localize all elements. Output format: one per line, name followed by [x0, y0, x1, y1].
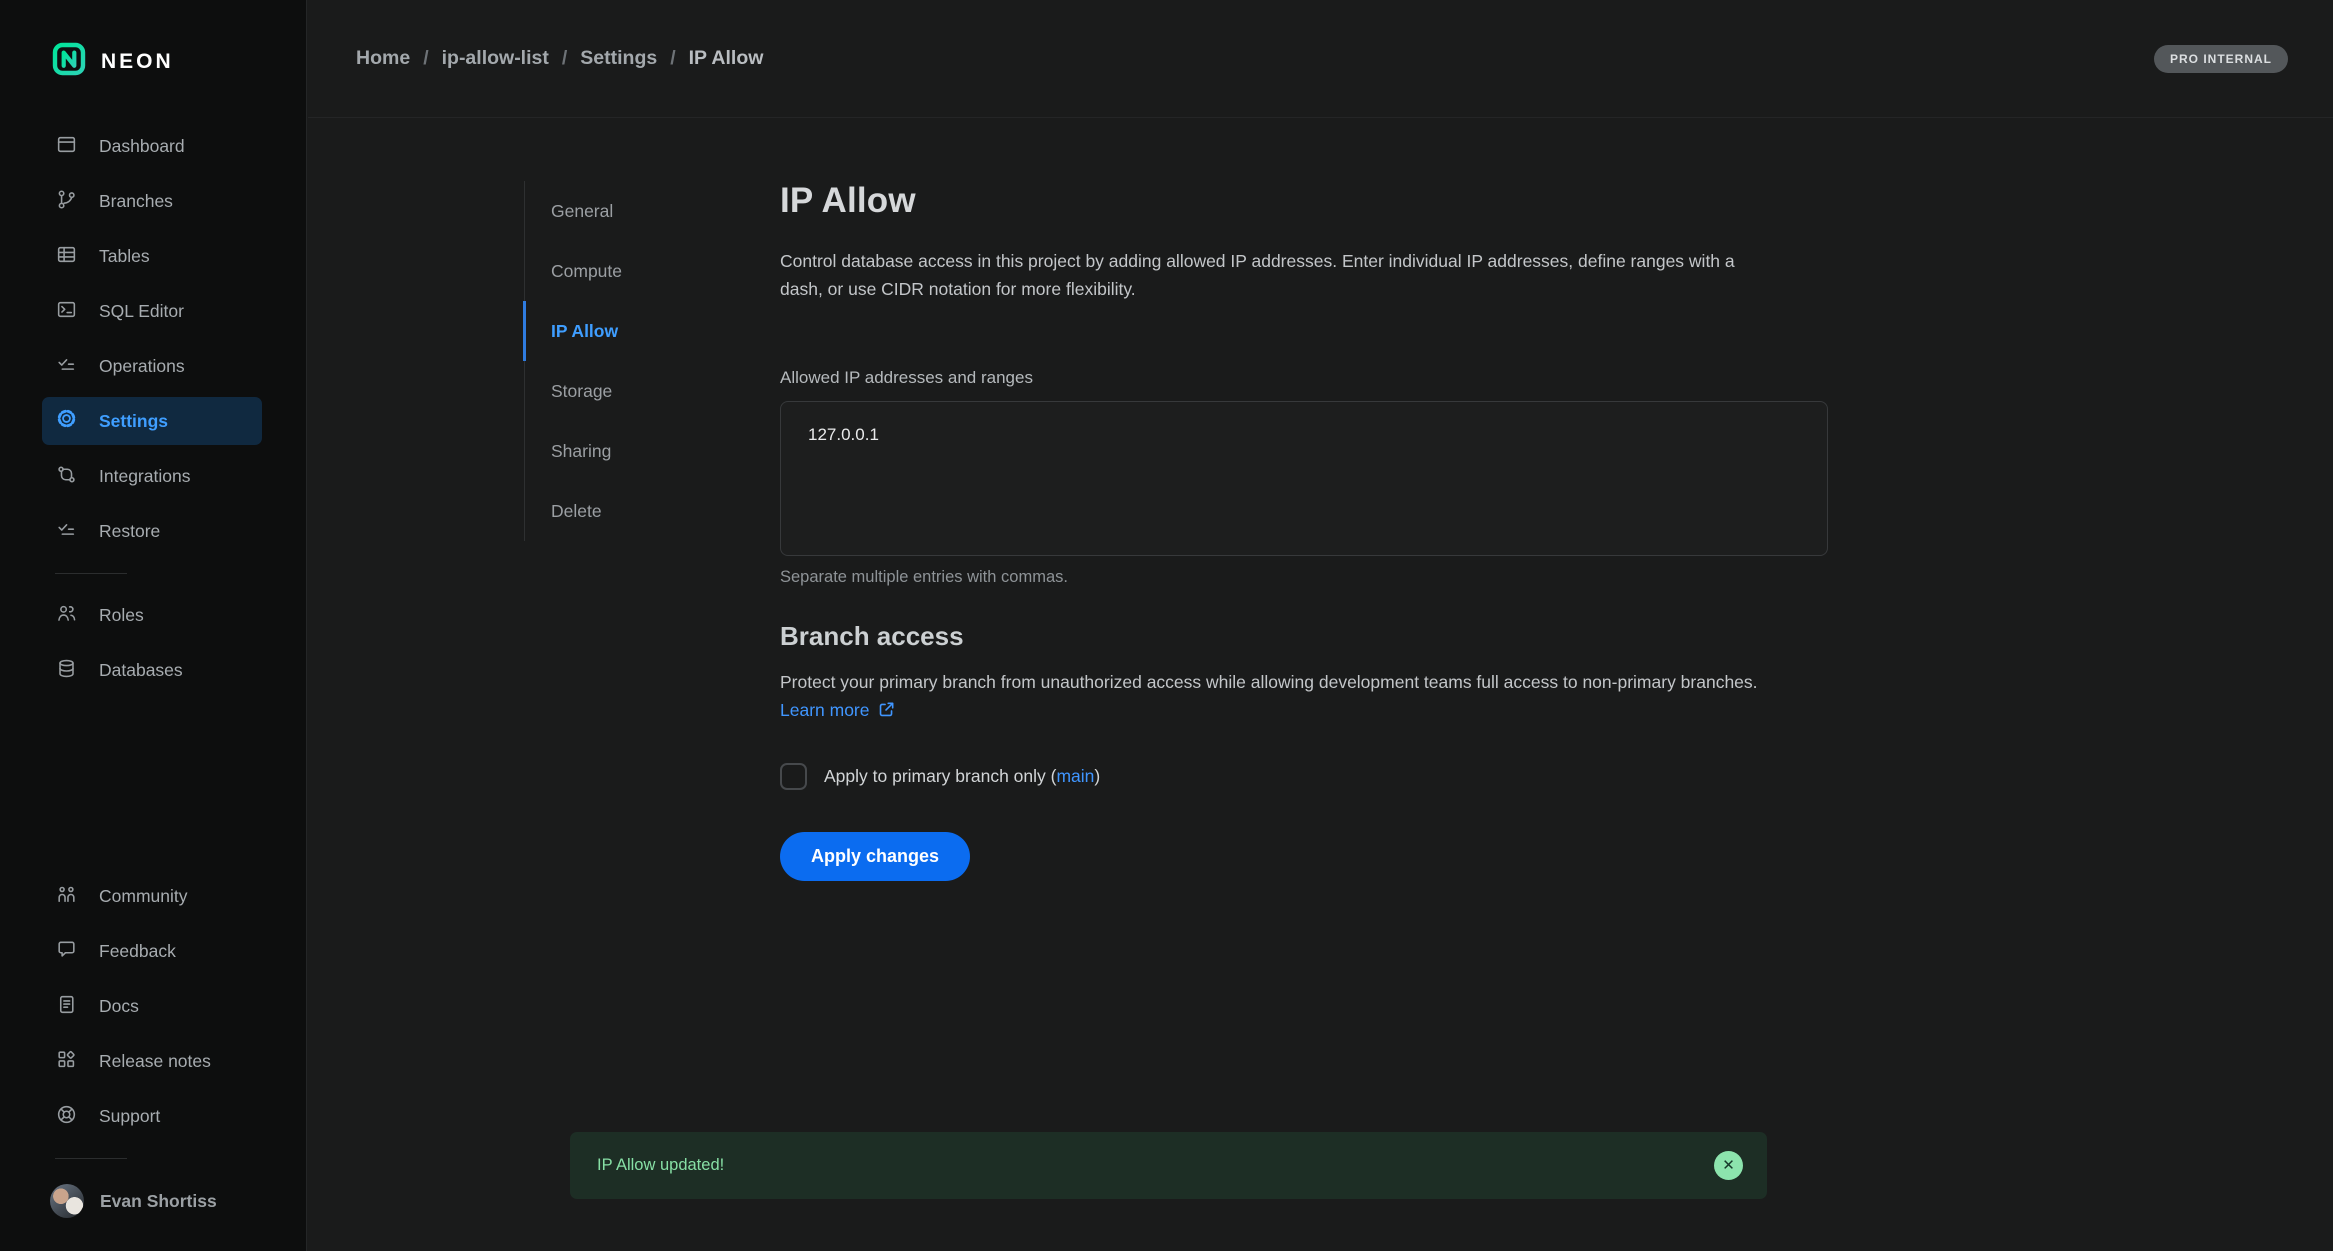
feedback-icon: [55, 938, 78, 966]
apply-changes-button[interactable]: Apply changes: [780, 832, 970, 881]
branches-icon: [55, 188, 78, 216]
ip-addresses-input[interactable]: 127.0.0.1: [780, 401, 1828, 556]
sidebar-item-label: SQL Editor: [99, 301, 184, 322]
community-icon: [55, 883, 78, 911]
gear-icon: [55, 407, 78, 435]
sidebar-item-integrations[interactable]: Integrations: [0, 449, 306, 504]
release-notes-icon: [55, 1048, 78, 1076]
main-branch-link[interactable]: main: [1056, 766, 1094, 786]
breadcrumb-settings[interactable]: Settings: [580, 47, 657, 70]
sidebar-item-feedback[interactable]: Feedback: [0, 924, 306, 979]
primary-branch-checkbox-label: Apply to primary branch only (main): [824, 766, 1100, 787]
settings-tab-compute[interactable]: Compute: [523, 241, 706, 301]
operations-icon: [55, 353, 78, 381]
sidebar-divider: [55, 1158, 127, 1159]
sidebar-item-label: Branches: [99, 191, 173, 212]
breadcrumb-home[interactable]: Home: [356, 47, 410, 70]
settings-section-nav: General Compute IP Allow Storage Sharing…: [524, 181, 706, 541]
page-title: IP Allow: [780, 181, 1828, 221]
user-name: Evan Shortiss: [100, 1191, 217, 1212]
external-link-icon: [877, 699, 896, 727]
databases-icon: [55, 657, 78, 685]
top-header: Home / ip-allow-list / Settings / IP All…: [308, 0, 2333, 118]
settings-tab-general[interactable]: General: [523, 181, 706, 241]
sidebar-divider: [55, 573, 127, 574]
sidebar-nav: Dashboard Branches Tables SQL Editor Ope…: [0, 119, 306, 698]
primary-branch-checkbox-row: Apply to primary branch only (main): [780, 763, 1828, 790]
integrations-icon: [55, 463, 78, 491]
neon-logo-icon: [52, 42, 86, 81]
brand-logo[interactable]: NEON: [52, 42, 306, 81]
sidebar-item-release-notes[interactable]: Release notes: [0, 1034, 306, 1089]
sidebar-item-label: Feedback: [99, 941, 176, 962]
settings-tab-ip-allow[interactable]: IP Allow: [523, 301, 706, 361]
sidebar-item-label: Support: [99, 1106, 160, 1127]
sidebar-item-label: Restore: [99, 521, 160, 542]
sidebar-item-label: Release notes: [99, 1051, 211, 1072]
breadcrumb: Home / ip-allow-list / Settings / IP All…: [356, 47, 763, 70]
support-icon: [55, 1103, 78, 1131]
toast-message: IP Allow updated!: [597, 1156, 724, 1175]
primary-branch-checkbox[interactable]: [780, 763, 807, 790]
avatar: [50, 1184, 84, 1218]
breadcrumb-project[interactable]: ip-allow-list: [442, 47, 549, 70]
sidebar-item-label: Settings: [99, 411, 168, 432]
dashboard-icon: [55, 133, 78, 161]
plan-badge: PRO INTERNAL: [2154, 45, 2288, 73]
breadcrumb-separator: /: [562, 47, 567, 70]
sidebar-item-databases[interactable]: Databases: [0, 643, 306, 698]
sidebar-item-settings[interactable]: Settings: [42, 397, 262, 445]
ip-allow-panel: IP Allow Control database access in this…: [780, 181, 1828, 1251]
branch-access-title: Branch access: [780, 621, 1828, 652]
page-description: Control database access in this project …: [780, 247, 1780, 304]
sidebar-bottom-nav: Community Feedback Docs Release notes Su…: [0, 869, 306, 1251]
restore-icon: [55, 518, 78, 546]
learn-more-label: Learn more: [780, 700, 870, 720]
settings-tab-sharing[interactable]: Sharing: [523, 421, 706, 481]
sidebar-item-docs[interactable]: Docs: [0, 979, 306, 1034]
sidebar-item-branches[interactable]: Branches: [0, 174, 306, 229]
sidebar-item-label: Docs: [99, 996, 139, 1017]
breadcrumb-separator: /: [423, 47, 428, 70]
sidebar-item-label: Community: [99, 886, 188, 907]
sidebar-item-label: Tables: [99, 246, 150, 267]
settings-tab-delete[interactable]: Delete: [523, 481, 706, 541]
sidebar: NEON Dashboard Branches Tables SQL Edito…: [0, 0, 307, 1251]
sidebar-item-tables[interactable]: Tables: [0, 229, 306, 284]
sidebar-item-operations[interactable]: Operations: [0, 339, 306, 394]
ip-field-helper: Separate multiple entries with commas.: [780, 568, 1828, 587]
toast-notification: IP Allow updated! ✕: [570, 1132, 1767, 1199]
user-menu[interactable]: Evan Shortiss: [0, 1173, 306, 1229]
breadcrumb-ip-allow: IP Allow: [689, 47, 764, 70]
sidebar-item-label: Dashboard: [99, 136, 185, 157]
brand-name: NEON: [101, 50, 174, 74]
breadcrumb-separator: /: [670, 47, 675, 70]
content-area: General Compute IP Allow Storage Sharing…: [308, 119, 2333, 1251]
sidebar-item-support[interactable]: Support: [0, 1089, 306, 1144]
roles-icon: [55, 602, 78, 630]
sidebar-item-label: Databases: [99, 660, 183, 681]
docs-icon: [55, 993, 78, 1021]
checkbox-label-suffix: ): [1094, 766, 1100, 786]
settings-tab-storage[interactable]: Storage: [523, 361, 706, 421]
branch-access-description-text: Protect your primary branch from unautho…: [780, 672, 1758, 692]
sidebar-item-dashboard[interactable]: Dashboard: [0, 119, 306, 174]
sidebar-item-community[interactable]: Community: [0, 869, 306, 924]
tables-icon: [55, 243, 78, 271]
checkbox-label-prefix: Apply to primary branch only (: [824, 766, 1056, 786]
ip-field-label: Allowed IP addresses and ranges: [780, 368, 1828, 388]
close-icon[interactable]: ✕: [1714, 1151, 1743, 1180]
sidebar-item-sql-editor[interactable]: SQL Editor: [0, 284, 306, 339]
sidebar-item-label: Integrations: [99, 466, 190, 487]
sidebar-item-restore[interactable]: Restore: [0, 504, 306, 559]
sidebar-item-label: Operations: [99, 356, 185, 377]
sidebar-item-label: Roles: [99, 605, 144, 626]
sidebar-item-roles[interactable]: Roles: [0, 588, 306, 643]
branch-access-description: Protect your primary branch from unautho…: [780, 668, 1795, 728]
learn-more-link[interactable]: Learn more: [780, 700, 896, 720]
sql-editor-icon: [55, 298, 78, 326]
